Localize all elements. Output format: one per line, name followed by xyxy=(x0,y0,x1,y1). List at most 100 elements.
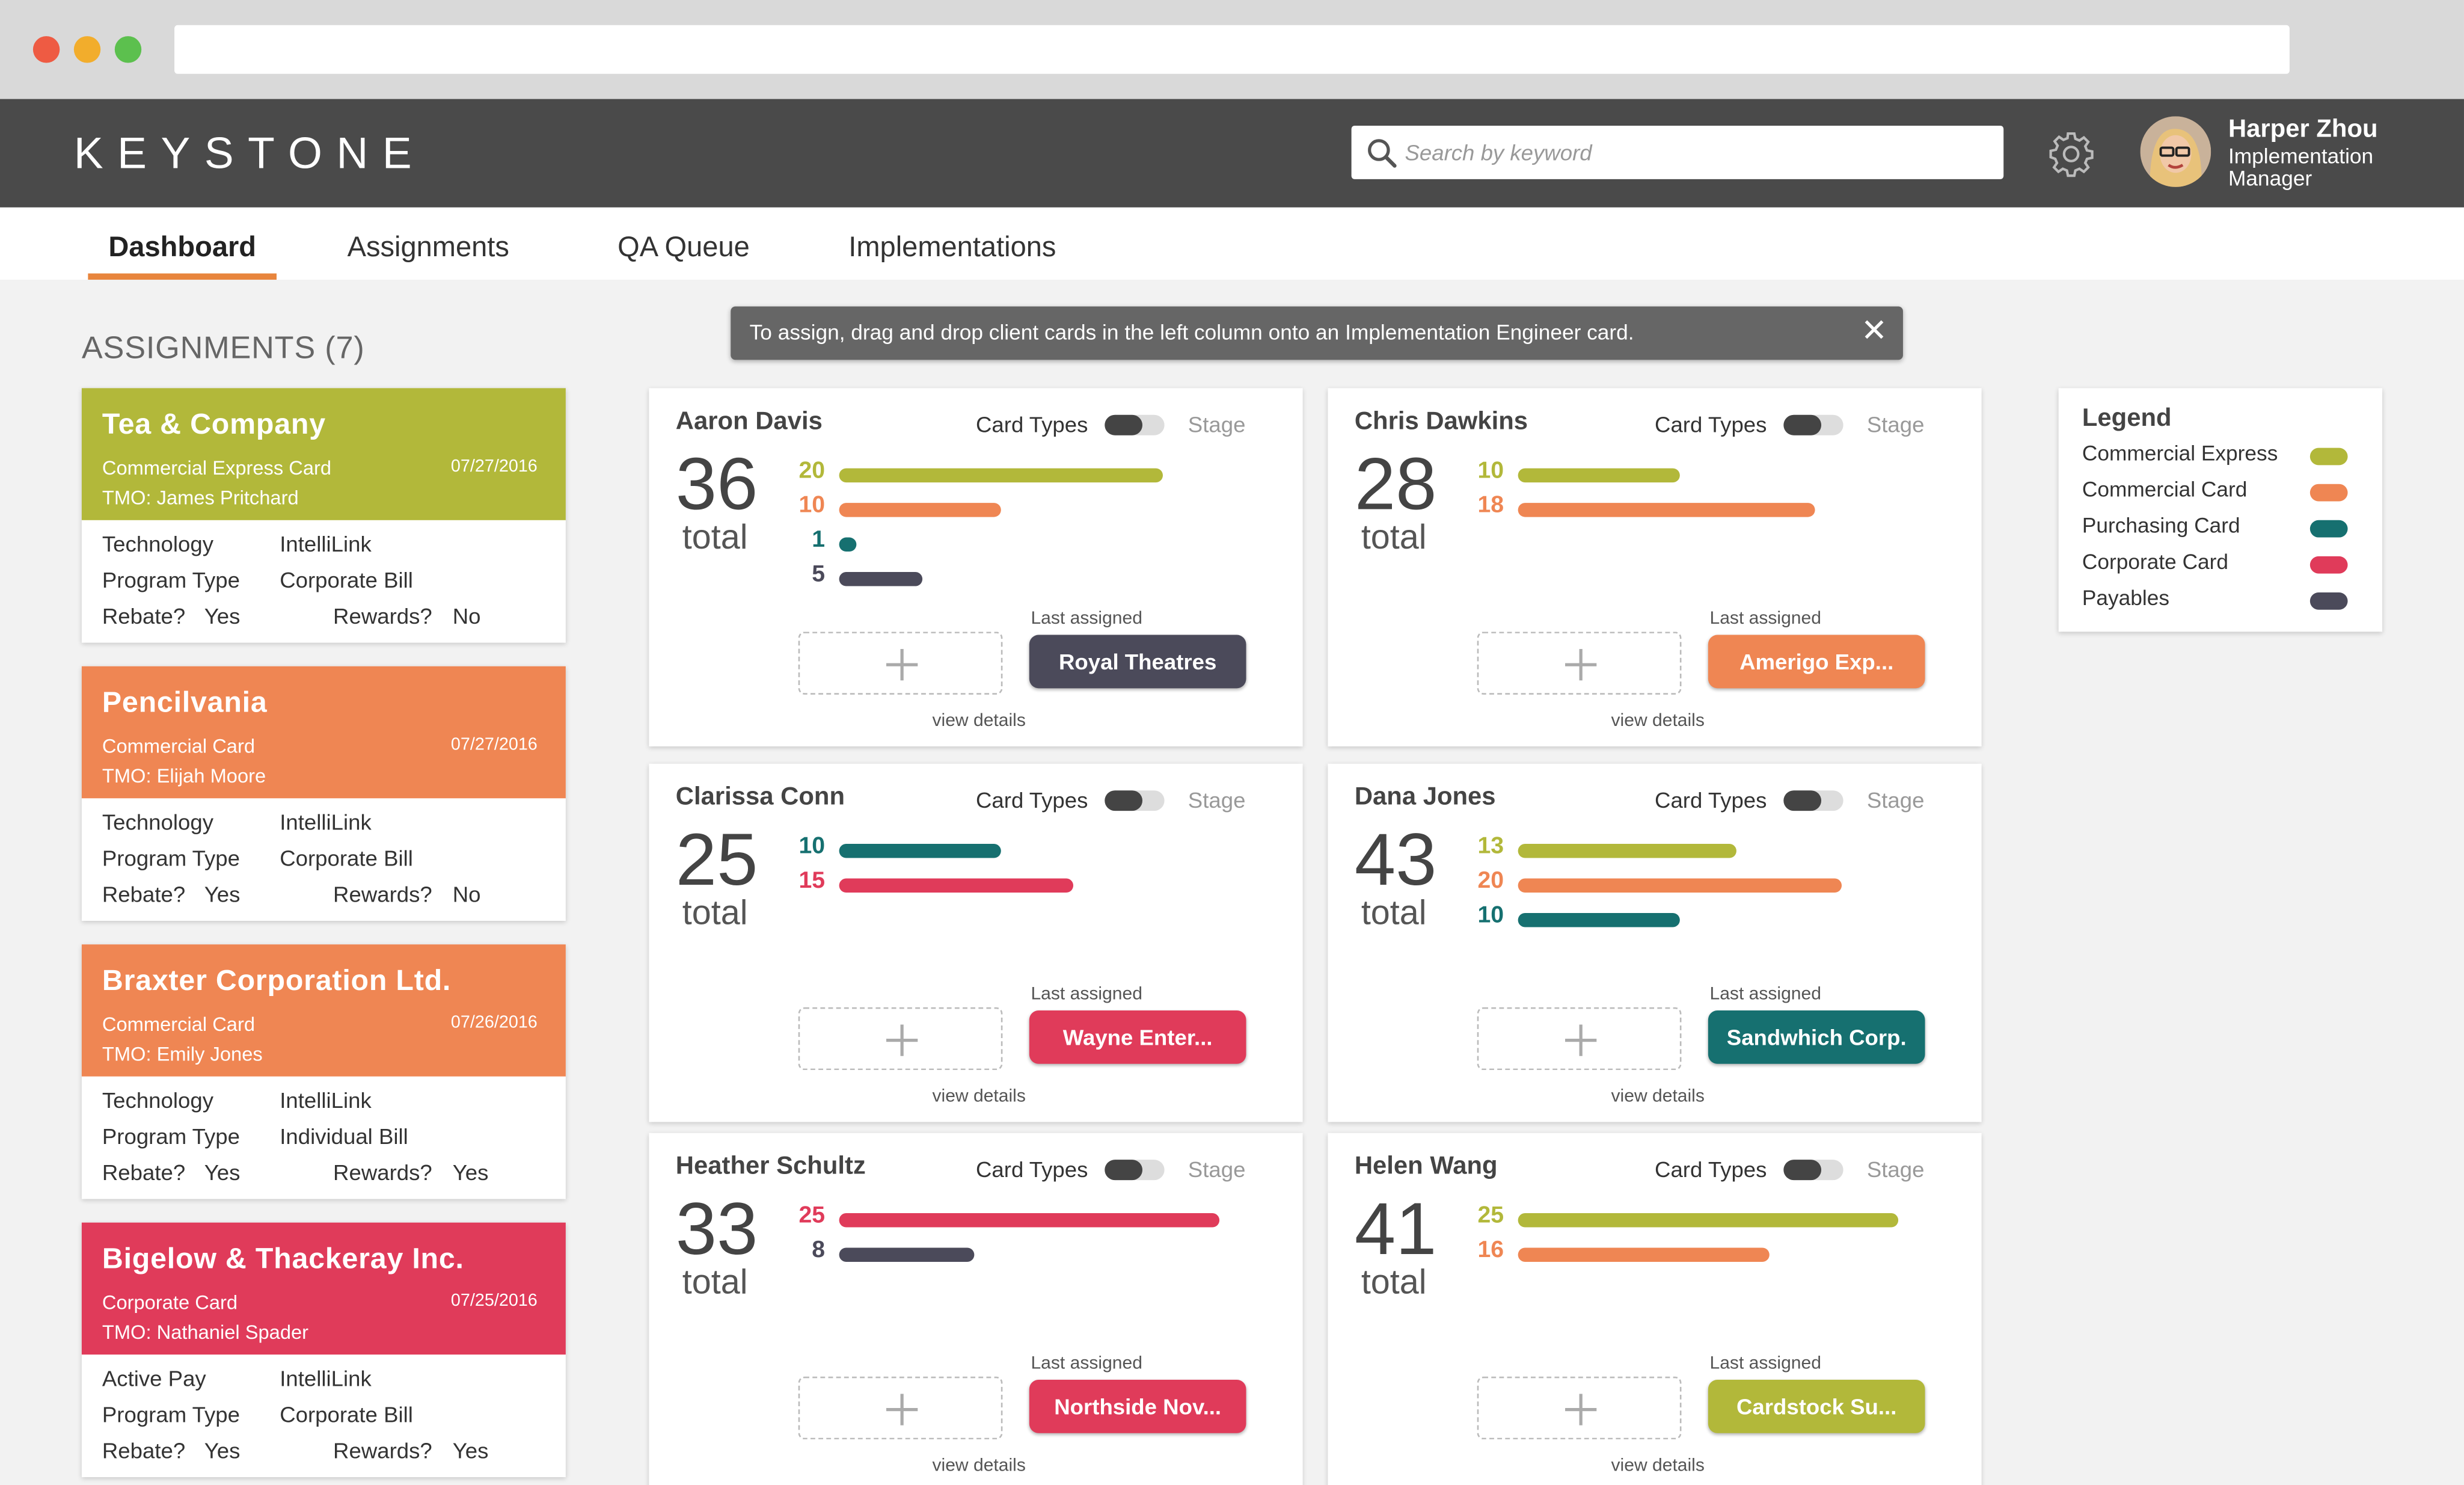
bar-purchasing xyxy=(839,844,1001,858)
add-assignment-dropzone[interactable] xyxy=(798,1376,1003,1440)
bar-purchasing xyxy=(839,537,856,552)
view-details-link[interactable]: view details xyxy=(1328,1087,1988,1106)
view-details-link[interactable]: view details xyxy=(649,1457,1309,1475)
add-assignment-dropzone[interactable] xyxy=(1477,1376,1682,1440)
last-assigned-label: Last assigned xyxy=(1031,985,1142,1004)
bar-commercial xyxy=(1518,1247,1769,1262)
engineer-card[interactable]: Dana Jones Card Types Stage 43 total 13 20 10 La… xyxy=(1328,763,1982,1122)
card-types-toggle[interactable] xyxy=(1783,414,1843,435)
detail-row1-value: IntelliLink xyxy=(280,1365,372,1391)
bar-purchasing xyxy=(1518,912,1680,927)
card-types-toggle[interactable] xyxy=(1105,414,1165,435)
search-icon xyxy=(1368,139,1397,168)
add-assignment-dropzone[interactable] xyxy=(798,632,1003,695)
bar-count: 10 xyxy=(798,491,826,519)
close-icon[interactable]: ✕ xyxy=(1861,316,1887,347)
last-assigned-button[interactable]: Northside Nov... xyxy=(1029,1379,1246,1433)
tmo-name: TMO: Emily Jones xyxy=(102,1043,263,1066)
bar-commercial xyxy=(839,503,1001,517)
stage-label: Stage xyxy=(1866,411,1925,437)
assignment-card[interactable]: Tea & Company Commercial Express Card 07/2… xyxy=(81,388,566,643)
card-types-label: Card Types xyxy=(975,787,1088,813)
detail-row2-label: Program Type xyxy=(102,567,241,592)
engineer-card[interactable]: Heather Schultz Card Types Stage 33 total 25 8… xyxy=(649,1133,1303,1485)
assignment-card[interactable]: Bigelow & Thackeray Inc. Corporate Card 07… xyxy=(81,1222,566,1477)
card-types-toggle[interactable] xyxy=(1105,790,1165,811)
bar-count: 1 xyxy=(812,526,826,553)
bar-count: 13 xyxy=(1477,832,1504,860)
close-window-button[interactable] xyxy=(32,36,60,63)
legend-item-label: Commercial Express xyxy=(2082,441,2278,466)
assignment-card-body: Active Pay IntelliLink Program Type Corpora… xyxy=(82,1354,566,1477)
detail-row2-value: Corporate Bill xyxy=(280,845,413,871)
last-assigned-button[interactable]: Wayne Enter... xyxy=(1029,1010,1246,1064)
last-assigned-label: Last assigned xyxy=(1709,985,1821,1004)
add-assignment-dropzone[interactable] xyxy=(1477,632,1682,695)
stage-label: Stage xyxy=(1188,411,1246,437)
last-assigned-label: Last assigned xyxy=(1709,1354,1821,1374)
tab-assignments[interactable]: Assignments xyxy=(348,229,509,263)
address-bar[interactable] xyxy=(174,25,2290,74)
tmo-name: TMO: James Pritchard xyxy=(102,487,299,509)
notice-text: To assign, drag and drop client cards in… xyxy=(749,320,1634,345)
last-assigned-button[interactable]: Cardstock Su... xyxy=(1708,1379,1925,1433)
bar-count: 8 xyxy=(812,1237,826,1264)
bar-express xyxy=(1518,468,1680,483)
bar-count: 10 xyxy=(1477,902,1504,929)
bar-count: 20 xyxy=(798,457,826,484)
card-types-toggle[interactable] xyxy=(1783,1160,1843,1181)
card-types-label: Card Types xyxy=(975,411,1088,437)
card-type: Commercial Card xyxy=(102,1013,256,1036)
tab-qa-queue[interactable]: QA Queue xyxy=(618,229,750,263)
add-assignment-dropzone[interactable] xyxy=(1477,1007,1682,1071)
total-label: total xyxy=(1361,893,1427,932)
view-details-link[interactable]: view details xyxy=(649,712,1309,731)
engineer-card[interactable]: Clarissa Conn Card Types Stage 25 total 10 15 L… xyxy=(649,763,1303,1122)
search-input[interactable] xyxy=(1405,126,1987,179)
tab-implementations[interactable]: Implementations xyxy=(848,229,1056,263)
detail-row1-label: Active Pay xyxy=(102,1365,206,1391)
card-types-toggle[interactable] xyxy=(1105,1160,1165,1181)
engineer-name: Dana Jones xyxy=(1354,784,1496,811)
minimize-window-button[interactable] xyxy=(73,36,101,63)
add-assignment-dropzone[interactable] xyxy=(798,1007,1003,1071)
engineer-card[interactable]: Aaron Davis Card Types Stage 36 total 20 10 1 5 L… xyxy=(649,388,1303,747)
legend-item-label: Corporate Card xyxy=(2082,550,2229,574)
total-label: total xyxy=(1361,1261,1427,1302)
bar-payables xyxy=(839,572,922,586)
bar-count: 10 xyxy=(1477,457,1504,484)
view-details-link[interactable]: view details xyxy=(649,1087,1309,1106)
detail-rebate-label: Rebate? xyxy=(102,603,186,629)
last-assigned-button[interactable]: Royal Theatres xyxy=(1029,635,1246,689)
bar-count: 16 xyxy=(1477,1237,1504,1264)
card-types-label: Card Types xyxy=(1655,1156,1767,1182)
avatar[interactable] xyxy=(2140,116,2211,187)
last-assigned-button[interactable]: Amerigo Exp... xyxy=(1708,635,1925,689)
bar-count: 10 xyxy=(798,832,826,860)
tab-dashboard[interactable]: Dashboard xyxy=(108,229,256,263)
total-label: total xyxy=(682,517,748,556)
assignment-card[interactable]: Braxter Corporation Ltd. Commercial Card 0… xyxy=(81,944,566,1199)
last-assigned-label: Last assigned xyxy=(1031,1354,1142,1374)
engineer-card[interactable]: Helen Wang Card Types Stage 41 total 25 16 Last… xyxy=(1328,1133,1982,1485)
drag-drop-notice: To assign, drag and drop client cards in… xyxy=(731,306,1903,360)
bar-count: 20 xyxy=(1477,867,1504,894)
assignment-card-body: Technology IntelliLink Program Type Individ… xyxy=(82,1077,566,1199)
last-assigned-button[interactable]: Sandwhich Corp. xyxy=(1708,1010,1925,1064)
view-details-link[interactable]: view details xyxy=(1328,712,1988,731)
view-details-link[interactable]: view details xyxy=(1328,1457,1988,1475)
gear-icon[interactable] xyxy=(2047,131,2094,177)
stage-label: Stage xyxy=(1188,1156,1246,1182)
assignment-card-body: Technology IntelliLink Program Type Corpora… xyxy=(82,798,566,921)
assignment-card[interactable]: Pencilvania Commercial Card 07/27/2016 TMO:… xyxy=(81,666,566,921)
assignment-card-header: Tea & Company Commercial Express Card 07/2… xyxy=(81,388,566,520)
detail-row1-label: Technology xyxy=(102,531,213,556)
search-box[interactable] xyxy=(1351,126,2004,179)
maximize-window-button[interactable] xyxy=(114,36,142,63)
engineer-card[interactable]: Chris Dawkins Card Types Stage 28 total 10 18 L… xyxy=(1328,388,1982,747)
assignment-date: 07/26/2016 xyxy=(450,1013,538,1033)
card-types-toggle[interactable] xyxy=(1783,790,1843,811)
bar-count: 15 xyxy=(798,867,826,894)
legend: Legend Commercial Express Commercial Card… xyxy=(2058,388,2383,632)
detail-rebate-label: Rebate? xyxy=(102,1437,186,1463)
